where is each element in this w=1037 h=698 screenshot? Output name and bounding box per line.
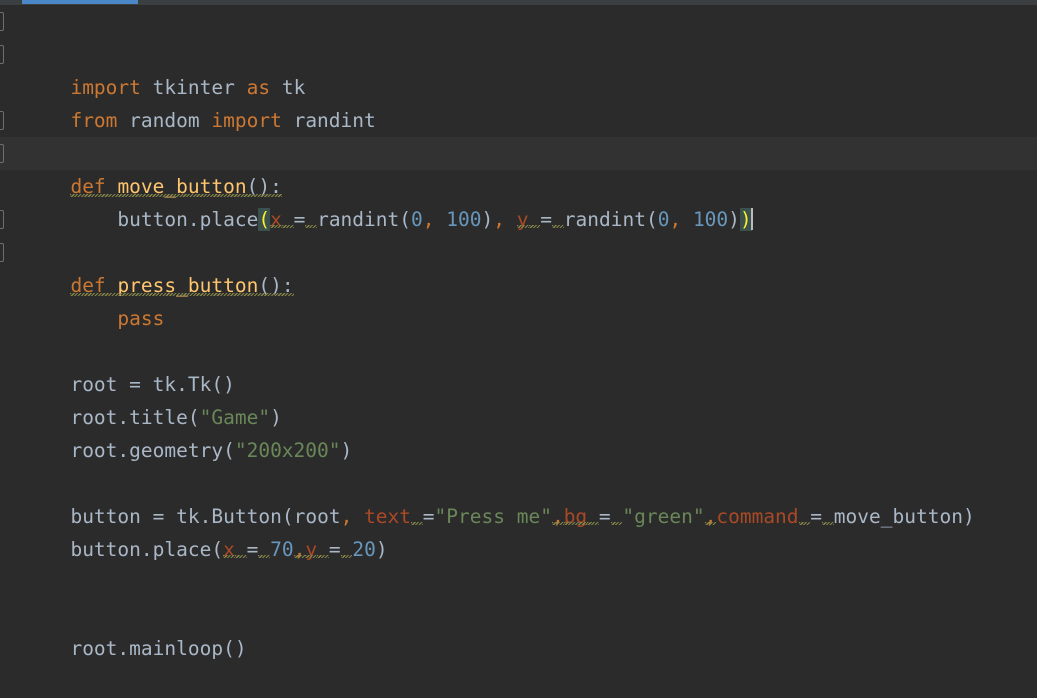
code-line[interactable]: def move_button(): — [0, 104, 1037, 198]
code-fold-marker-icon[interactable] — [0, 210, 4, 229]
code-line[interactable]: pass — [0, 236, 1037, 330]
code-line-blank[interactable] — [0, 71, 1037, 104]
code-line[interactable]: root.mainloop() — [0, 599, 1037, 660]
code-line[interactable]: root.title("Game") — [0, 368, 1037, 429]
token-method-mainloop: mainloop — [129, 637, 224, 660]
code-fold-marker-icon[interactable] — [0, 144, 4, 163]
code-line[interactable]: root.geometry("200x200") — [0, 401, 1037, 462]
code-line-blank[interactable] — [0, 533, 1037, 566]
code-line-current[interactable]: button.place(x = randint(0, 100), y = ra… — [0, 137, 1037, 231]
token-dot: . — [117, 637, 130, 660]
code-line-blank[interactable] — [0, 434, 1037, 467]
code-fold-marker-icon[interactable] — [0, 45, 4, 64]
code-line-blank[interactable] — [0, 566, 1037, 599]
code-fold-marker-icon[interactable] — [0, 111, 4, 130]
code-line-blank[interactable] — [0, 302, 1037, 335]
active-tab-indicator[interactable] — [22, 0, 138, 4]
code-fold-marker-icon[interactable] — [0, 243, 4, 262]
code-line-blank[interactable] — [0, 269, 1037, 302]
code-surface[interactable]: import tkinter as tk from random import … — [0, 5, 1037, 660]
code-line[interactable]: root = tk.Tk() — [0, 335, 1037, 396]
code-line[interactable]: button = tk.Button(root, text ="Press me… — [0, 467, 1037, 528]
code-line[interactable]: import tkinter as tk — [0, 5, 1037, 99]
token-variable-root: root — [70, 637, 118, 660]
code-line[interactable]: def press_button(): — [0, 203, 1037, 297]
code-line[interactable]: from random import randint — [0, 38, 1037, 132]
token-rparen: ) — [234, 637, 247, 660]
code-fold-marker-icon[interactable] — [0, 12, 4, 31]
token-lparen: ( — [223, 637, 235, 660]
code-line[interactable]: button.place(x = 70,y = 20) — [0, 500, 1037, 561]
code-line-blank[interactable] — [0, 170, 1037, 203]
code-editor[interactable]: import tkinter as tk from random import … — [0, 0, 1037, 660]
